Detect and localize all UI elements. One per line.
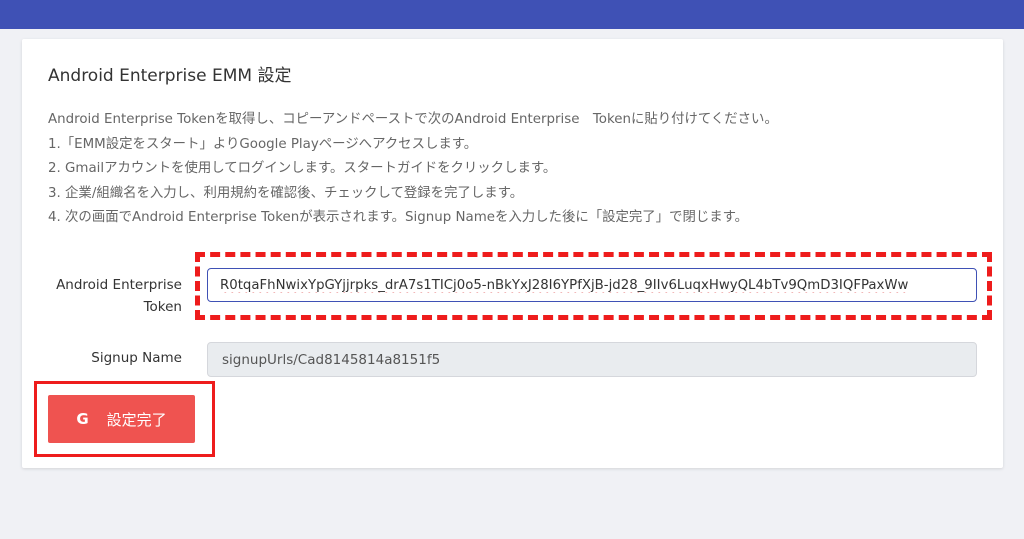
instruction-intro: Android Enterprise Tokenを取得し、コピーアンドペーストで…: [48, 112, 778, 127]
complete-settings-label: 設定完了: [106, 410, 167, 429]
instruction-step-2: 2. Gmailアカウントを使用してログインします。スタートガイドをクリックしま…: [48, 161, 557, 176]
card-title: Android Enterprise EMM 設定: [48, 66, 292, 86]
instruction-step-1: 1.「EMM設定をスタート」よりGoogle Playページへアクセスします。: [48, 136, 478, 152]
emm-settings-card: Android Enterprise EMM 設定 Android Enterp…: [22, 39, 1003, 468]
complete-settings-button[interactable]: G 設定完了: [48, 395, 195, 443]
top-app-bar: [0, 0, 1024, 29]
token-label: Android Enterprise Token: [32, 274, 182, 318]
instruction-step-4: 4. 次の画面でAndroid Enterprise Tokenが表示されます。…: [48, 210, 749, 225]
token-label-line2: Token: [143, 299, 182, 315]
instructions: Android Enterprise Tokenを取得し、コピーアンドペーストで…: [48, 108, 988, 231]
google-icon: G: [76, 410, 89, 428]
instruction-step-3: 3. 企業/組織名を入力し、利用規約を確認後、チェックして登録を完了します。: [48, 185, 524, 201]
signup-name-input[interactable]: [207, 342, 977, 377]
signup-name-label: Signup Name: [91, 350, 182, 366]
token-label-line1: Android Enterprise: [56, 277, 182, 293]
token-highlight-box: [195, 252, 992, 320]
